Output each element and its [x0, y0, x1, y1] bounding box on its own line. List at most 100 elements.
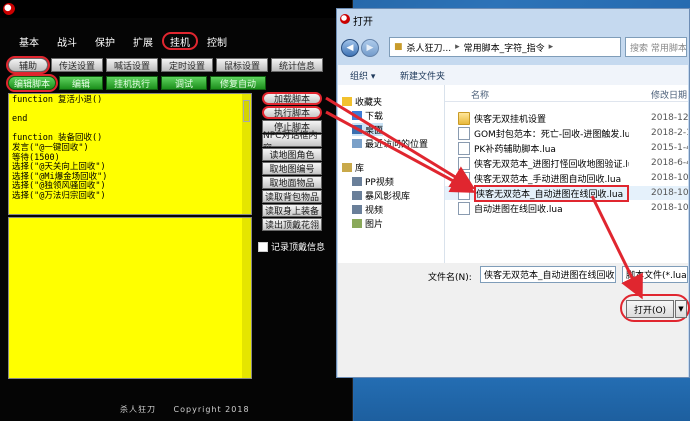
settings-tab-button[interactable]: 鼠标设置	[216, 58, 268, 72]
menu-item[interactable]: 扩展	[124, 32, 162, 50]
side-command-button[interactable]: 读地图角色	[262, 148, 322, 161]
script-action-button[interactable]: 修复自动	[210, 76, 266, 90]
star-icon	[342, 97, 352, 106]
record-checkbox-label: 记录顶戴信息	[271, 243, 326, 253]
game-tool-window: 基本 战斗 保护 扩展 挂机 控制 辅助 传送设置 喊话设置 定时设置 鼠标设置 统计信息 编辑脚本…	[0, 0, 353, 421]
folder-icon: ■	[394, 42, 403, 52]
file-name: 侠客无双范本_手动进图自动回收.lua	[474, 174, 622, 185]
script-editor[interactable]: function 复活小退() end function 装备回收() 发言("…	[8, 93, 252, 215]
settings-tab-button[interactable]: 辅助	[6, 56, 50, 74]
nav-item[interactable]: 暴风影视库	[352, 189, 410, 202]
search-input[interactable]: 搜索 常用脚本_字...	[625, 37, 687, 57]
record-checkbox-row[interactable]: 记录顶戴信息	[258, 240, 325, 253]
file-list-header: 名称 修改日期	[445, 85, 688, 102]
script-scrollbar[interactable]	[242, 94, 251, 214]
back-arrow-icon[interactable]: ◀	[341, 39, 359, 57]
side-command-button[interactable]: 执行脚本	[262, 106, 322, 119]
script-action-button[interactable]: 编辑	[59, 76, 103, 90]
file-row[interactable]: 侠客无双范本_自动进图在线回收.lua 2018-10-14	[445, 184, 688, 202]
file-row[interactable]: 侠客无双范本_进图打怪回收地图验证.lua 2018-6-4 0	[445, 156, 688, 170]
chevron-down-icon[interactable]: ▼	[675, 300, 687, 318]
organize-menu[interactable]: 组织 ▾	[350, 69, 375, 82]
side-command-button[interactable]: 读出顶戴花翎	[262, 218, 322, 231]
file-date: 2018-10-14	[651, 203, 688, 213]
nav-item[interactable]: 下载	[352, 109, 383, 122]
forward-arrow-icon[interactable]: ▶	[361, 39, 379, 57]
nav-item[interactable]: PP视频	[352, 175, 394, 188]
nav-item[interactable]: 收藏夹	[342, 95, 382, 108]
side-command-button[interactable]: 取地面物品	[262, 176, 322, 189]
file-row[interactable]: GOM封包范本：死亡-回收-进图触发.lua 2018-2-13	[445, 126, 688, 140]
script-button-row: 编辑脚本 编辑 挂机执行 调试 修复自动	[6, 74, 266, 92]
file-date: 2018-10-14	[651, 173, 688, 183]
breadcrumb-item[interactable]: 杀人狂刀...	[407, 41, 452, 54]
file-date: 2018-2-13	[651, 128, 688, 138]
file-row[interactable]: 侠客无双挂机设置 2018-12-15	[445, 111, 688, 125]
open-button[interactable]: 打开(O)	[626, 300, 674, 318]
nav-item-label: 最近访问的位置	[365, 140, 429, 150]
breadcrumb-item[interactable]: 常用脚本_字符_指令	[464, 41, 545, 54]
file-list: 名称 修改日期 侠客无双挂机设置 2018-12-15 GOM封包范本：死亡-回收-…	[445, 85, 688, 263]
column-modified[interactable]: 修改日期	[651, 88, 687, 101]
filename-input[interactable]: 侠客无双范本_自动进图在线回收.	[480, 266, 616, 283]
menu-item[interactable]: 挂机	[162, 32, 198, 50]
script-action-button[interactable]: 编辑脚本	[6, 74, 58, 92]
navigation-row: ◀ ▶ ■ 杀人狂刀... ▸ 常用脚本_字符_指令 ▸ 搜索 常用脚本_字..…	[341, 37, 687, 59]
nav-item[interactable]: 视频	[352, 203, 383, 216]
nav-item-label: 图片	[365, 220, 384, 230]
log-output-area	[8, 217, 252, 379]
nav-item[interactable]: 桌面	[352, 123, 384, 136]
nav-item[interactable]: 图片	[352, 217, 383, 230]
file-name: PK补药辅助脚本.lua	[474, 144, 556, 155]
script-text[interactable]: function 复活小退() end function 装备回收() 发言("…	[9, 94, 251, 204]
side-command-button[interactable]: 取地图编号	[262, 162, 322, 175]
new-folder-button[interactable]: 新建文件夹	[400, 69, 445, 82]
file-name: 侠客无双范本_进图打怪回收地图验证.lua	[474, 159, 629, 170]
nav-item[interactable]: 最近访问的位置	[352, 137, 428, 150]
dialog-app-icon	[340, 14, 350, 24]
script-action-button[interactable]: 挂机执行	[106, 76, 158, 90]
library-icon	[342, 163, 352, 172]
settings-tab-button[interactable]: 定时设置	[161, 58, 213, 72]
side-command-button[interactable]: 读取身上装备	[262, 204, 322, 217]
column-name[interactable]: 名称	[471, 88, 489, 101]
file-row[interactable]: PK补药辅助脚本.lua 2015-1-4 2	[445, 141, 688, 155]
menu-item[interactable]: 基本	[10, 32, 48, 50]
lua-file-icon	[458, 156, 470, 170]
settings-tab-button[interactable]: 统计信息	[271, 58, 323, 72]
desktop-icon	[352, 125, 362, 134]
menu-item[interactable]: 保护	[86, 32, 124, 50]
breadcrumb-separator-icon: ▸	[548, 42, 554, 52]
script-scroll-thumb[interactable]	[243, 100, 250, 122]
settings-tab-button[interactable]: 传送设置	[51, 58, 103, 72]
file-row[interactable]: 侠客无双范本_手动进图自动回收.lua 2018-10-14	[445, 171, 688, 185]
menu-item[interactable]: 战斗	[48, 32, 86, 50]
file-date: 2018-6-4 0	[651, 158, 688, 168]
side-command-button[interactable]: 加载脚本	[262, 92, 322, 105]
settings-tab-button[interactable]: 喊话设置	[106, 58, 158, 72]
side-command-button[interactable]: NPC对话框内容	[262, 131, 322, 154]
side-command-button[interactable]: 读取背包物品	[262, 190, 322, 203]
breadcrumb-separator-icon: ▸	[455, 42, 460, 52]
dialog-toolbar: 组织 ▾ 新建文件夹	[338, 65, 688, 86]
tool-title-bar	[0, 0, 352, 18]
open-button-highlight: 打开(O) ▼	[620, 294, 690, 322]
folder-icon	[458, 111, 470, 125]
video-icon	[352, 177, 362, 186]
filetype-select[interactable]: 脚本文件(*.lua)	[622, 266, 688, 283]
dialog-panes: 收藏夹 下载桌面最近访问的位置库 PP视频 暴风影视库 视频图片 名称 修改日期 侠客无…	[338, 85, 688, 263]
nav-item-label: 桌面	[365, 126, 384, 136]
lua-file-icon	[458, 126, 470, 140]
log-scrollbar[interactable]	[242, 218, 251, 378]
video-icon	[352, 191, 362, 200]
app-icon	[3, 3, 15, 15]
file-row[interactable]: 自动进图在线回收.lua 2018-10-14	[445, 201, 688, 215]
file-date: 2018-12-15	[651, 113, 688, 123]
address-bar[interactable]: ■ 杀人狂刀... ▸ 常用脚本_字符_指令 ▸	[389, 37, 621, 57]
file-name: GOM封包范本：死亡-回收-进图触发.lua	[474, 129, 629, 140]
nav-item[interactable]: 库	[342, 161, 364, 174]
script-action-button[interactable]: 调试	[161, 76, 207, 90]
menu-item[interactable]: 控制	[198, 32, 236, 50]
lua-file-icon	[458, 186, 470, 200]
record-checkbox[interactable]	[258, 241, 268, 252]
